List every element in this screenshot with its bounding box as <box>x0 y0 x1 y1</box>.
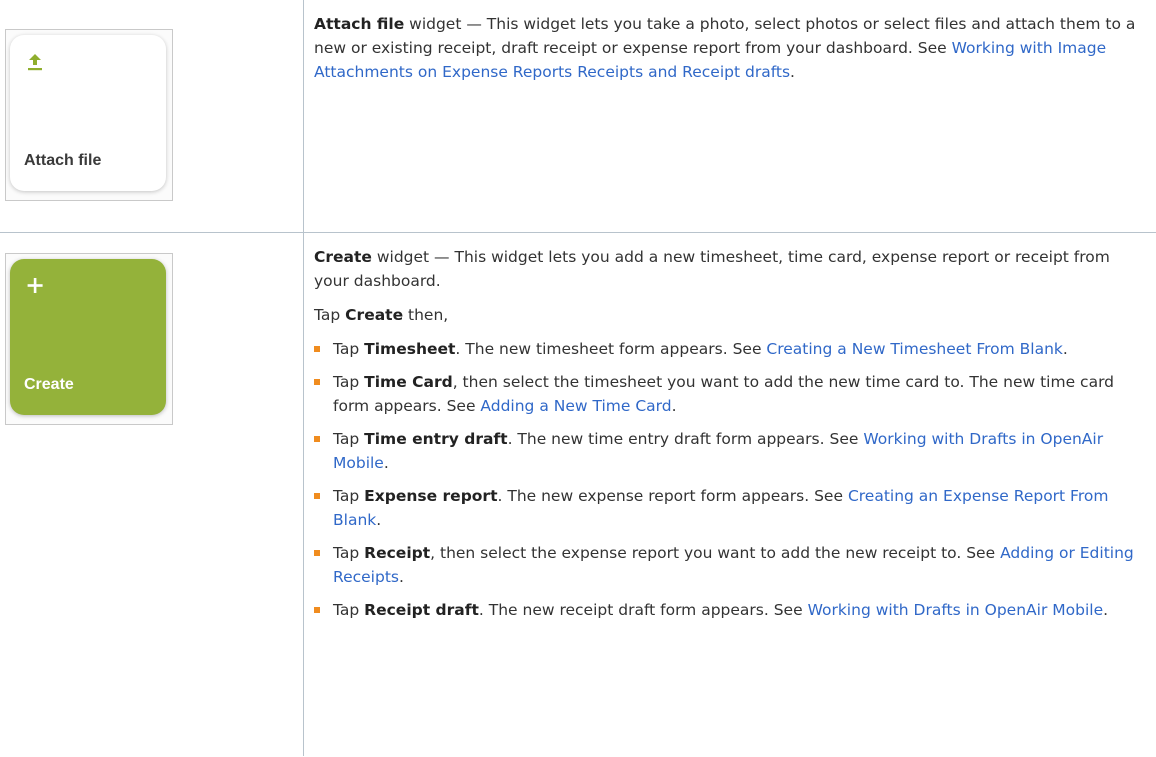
description-cell: Create widget — This widget lets you add… <box>303 232 1156 756</box>
create-options-list: Tap Timesheet. The new timesheet form ap… <box>314 337 1136 622</box>
create-description: Create widget — This widget lets you add… <box>314 248 1110 290</box>
create-tile-label: Create <box>24 376 74 393</box>
widget-table: Attach file Attach file widget — This wi… <box>0 0 1156 756</box>
upload-icon <box>28 54 42 71</box>
description-cell: Attach file widget — This widget lets yo… <box>303 0 1156 233</box>
attach-file-screenshot: Attach file <box>5 29 173 201</box>
attach-description: Attach file widget — This widget lets yo… <box>314 15 1136 81</box>
create-tile: Create <box>10 259 166 415</box>
image-cell: Attach file <box>0 0 304 233</box>
attach-file-tile-label: Attach file <box>24 152 102 169</box>
list-item: Tap Expense report. The new expense repo… <box>314 484 1136 532</box>
link[interactable]: Working with Drafts in OpenAir Mobile <box>808 601 1104 619</box>
list-item: Tap Receipt, then select the expense rep… <box>314 541 1136 589</box>
list-item: Tap Timesheet. The new timesheet form ap… <box>314 337 1136 361</box>
create-screenshot: Create <box>5 253 173 425</box>
table-row: Attach file Attach file widget — This wi… <box>0 0 1156 233</box>
list-item: Tap Time entry draft. The new time entry… <box>314 427 1136 475</box>
list-item: Tap Time Card, then select the timesheet… <box>314 370 1136 418</box>
create-title: Create <box>314 248 372 266</box>
create-tap-instruction: Tap Create then, <box>314 306 449 324</box>
table-row: Create Create widget — This widget lets … <box>0 232 1156 756</box>
attach-file-tile: Attach file <box>10 35 166 191</box>
plus-icon <box>27 278 43 293</box>
image-cell: Create <box>0 232 304 756</box>
attach-title: Attach file <box>314 15 405 33</box>
link[interactable]: Adding a New Time Card <box>480 397 671 415</box>
list-item: Tap Receipt draft. The new receipt draft… <box>314 598 1136 622</box>
link[interactable]: Creating a New Timesheet From Blank <box>766 340 1063 358</box>
